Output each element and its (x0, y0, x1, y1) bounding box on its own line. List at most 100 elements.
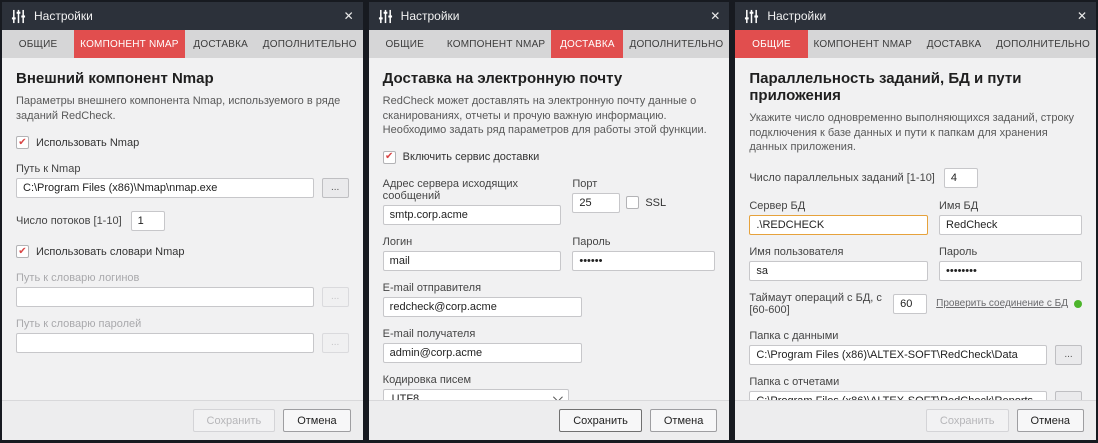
smtp-server-input[interactable] (382, 204, 562, 225)
threads-input[interactable] (130, 211, 165, 232)
cancel-button[interactable]: Отмена (649, 409, 718, 432)
tab-delivery[interactable]: ДОСТАВКА (918, 30, 990, 58)
tab-bar: ОБЩИЕ КОМПОНЕНТ NMAP ДОСТАВКА ДОПОЛНИТЕЛ… (368, 30, 730, 58)
save-button: Сохранить (192, 409, 276, 432)
parallel-jobs-label: Число параллельных заданий [1-10] (749, 171, 935, 184)
sliders-icon (378, 9, 393, 24)
save-button[interactable]: Сохранить (559, 409, 642, 432)
tab-advanced[interactable]: ДОПОЛНИТЕЛЬНО (257, 30, 363, 58)
ssl-label: SSL (645, 196, 667, 209)
passwords-dict-label: Путь к словарю паролей (16, 318, 142, 331)
tab-bar: ОБЩИЕ КОМПОНЕНТ NMAP ДОСТАВКА ДОПОЛНИТЕЛ… (735, 30, 1097, 58)
cancel-button[interactable]: Отмена (283, 409, 351, 432)
nmap-path-browse-button[interactable]: ... (321, 178, 349, 199)
save-button: Сохранить (925, 409, 1009, 432)
logins-dict-browse-button: ... (321, 287, 349, 308)
db-user-label: Имя пользователя (749, 245, 844, 258)
data-folder-label: Папка с данными (749, 329, 839, 342)
close-icon[interactable]: ✕ (710, 10, 720, 22)
db-name-input[interactable] (939, 214, 1083, 235)
page-title: Внешний компонент Nmap (16, 70, 214, 87)
checkbox-checked-icon[interactable]: ✔ (382, 150, 396, 164)
db-server-label: Сервер БД (749, 199, 806, 212)
chevron-down-icon (552, 392, 563, 400)
db-password-label: Пароль (939, 245, 978, 258)
logins-dict-input[interactable] (16, 287, 314, 308)
parallel-jobs-input[interactable] (943, 167, 978, 188)
settings-window-nmap: Настройки ✕ ОБЩИЕ КОМПОНЕНТ NMAP ДОСТАВК… (2, 2, 363, 440)
db-password-input[interactable] (939, 260, 1083, 281)
checkbox-checked-icon[interactable]: ✔ (16, 136, 29, 150)
encoding-selected-value: UTF8 (391, 392, 420, 400)
window-title: Настройки (34, 9, 93, 23)
titlebar: Настройки ✕ (735, 2, 1097, 30)
check-db-connection-link[interactable]: Проверить соединение с БД (936, 298, 1068, 309)
login-input[interactable] (382, 250, 562, 271)
page-description: Параметры внешнего компонента Nmap, испо… (16, 95, 341, 122)
page-title: Доставка на электронную почту (382, 70, 623, 87)
use-dictionaries-checkbox[interactable]: ✔ Использовать словари Nmap (16, 245, 349, 259)
tab-nmap-component[interactable]: КОМПОНЕНТ NMAP (808, 30, 918, 58)
tab-advanced[interactable]: ДОПОЛНИТЕЛЬНО (623, 30, 729, 58)
tab-nmap-component[interactable]: КОМПОНЕНТ NMAP (74, 30, 185, 58)
reports-folder-browse-button[interactable]: ... (1055, 390, 1083, 400)
passwords-dict-input[interactable] (16, 333, 314, 354)
reports-folder-input[interactable] (749, 390, 1048, 400)
threads-label: Число потоков [1-10] (16, 215, 122, 228)
data-folder-browse-button[interactable]: ... (1055, 344, 1083, 365)
tab-bar: ОБЩИЕ КОМПОНЕНТ NMAP ДОСТАВКА ДОПОЛНИТЕЛ… (2, 30, 363, 58)
enable-delivery-checkbox[interactable]: ✔ Включить сервис доставки (382, 150, 716, 164)
sliders-icon (11, 9, 26, 24)
db-timeout-input[interactable] (893, 293, 928, 314)
close-icon[interactable]: ✕ (344, 10, 354, 22)
ssl-checkbox[interactable] (626, 196, 640, 210)
tab-general[interactable]: ОБЩИЕ (2, 30, 74, 58)
use-dictionaries-label: Использовать словари Nmap (36, 245, 185, 258)
tab-content-delivery: Доставка на электронную почту RedCheck м… (369, 58, 730, 400)
password-label: Пароль (572, 235, 611, 248)
db-name-label: Имя БД (939, 199, 979, 212)
recipient-email-input[interactable] (382, 342, 582, 363)
titlebar: Настройки ✕ (368, 2, 730, 30)
tab-content-nmap: Внешний компонент Nmap Параметры внешнег… (2, 58, 363, 400)
reports-folder-label: Папка с отчетами (749, 375, 840, 388)
encoding-label: Кодировка писем (382, 373, 472, 386)
nmap-path-label: Путь к Nmap (16, 163, 81, 176)
dialog-footer: Сохранить Отмена (735, 400, 1097, 440)
sender-email-label: E-mail отправителя (382, 281, 482, 294)
tab-delivery[interactable]: ДОСТАВКА (185, 30, 257, 58)
close-icon[interactable]: ✕ (1077, 10, 1087, 22)
dialog-footer: Сохранить Отмена (368, 400, 730, 440)
settings-window-general: Настройки ✕ ОБЩИЕ КОМПОНЕНТ NMAP ДОСТАВК… (735, 2, 1097, 440)
tab-nmap-component[interactable]: КОМПОНЕНТ NMAP (441, 30, 551, 58)
nmap-path-input[interactable] (16, 178, 314, 199)
logins-dict-label: Путь к словарю логинов (16, 272, 140, 285)
encoding-select[interactable]: UTF8 (382, 388, 569, 400)
settings-window-delivery: Настройки ✕ ОБЩИЕ КОМПОНЕНТ NMAP ДОСТАВК… (368, 2, 730, 440)
port-input[interactable] (572, 192, 621, 213)
use-nmap-label: Использовать Nmap (36, 136, 140, 149)
titlebar: Настройки ✕ (2, 2, 363, 30)
tab-advanced[interactable]: ДОПОЛНИТЕЛЬНО (990, 30, 1096, 58)
db-user-input[interactable] (749, 260, 929, 281)
sliders-icon (744, 9, 759, 24)
page-description: Укажите число одновременно выполняющихся… (749, 112, 1075, 154)
checkbox-checked-icon[interactable]: ✔ (16, 245, 29, 259)
dialog-footer: Сохранить Отмена (2, 400, 363, 440)
window-title: Настройки (767, 9, 827, 23)
tab-delivery[interactable]: ДОСТАВКА (551, 30, 624, 58)
tab-general[interactable]: ОБЩИЕ (369, 30, 441, 58)
smtp-server-label: Адрес сервера исходящих сообщений (382, 177, 519, 202)
password-input[interactable] (572, 250, 716, 271)
connection-status-dot (1074, 299, 1083, 308)
tab-general[interactable]: ОБЩИЕ (735, 30, 808, 58)
db-timeout-label: Таймаут операций с БД, с [60-600] (749, 291, 882, 316)
port-label: Порт (572, 177, 598, 190)
db-server-input[interactable] (749, 214, 929, 235)
data-folder-input[interactable] (749, 344, 1048, 365)
sender-email-input[interactable] (382, 296, 582, 317)
passwords-dict-browse-button: ... (321, 333, 349, 354)
tab-content-general: Параллельность заданий, БД и пути прилож… (735, 58, 1096, 400)
use-nmap-checkbox[interactable]: ✔ Использовать Nmap (16, 136, 349, 150)
cancel-button[interactable]: Отмена (1016, 409, 1085, 432)
